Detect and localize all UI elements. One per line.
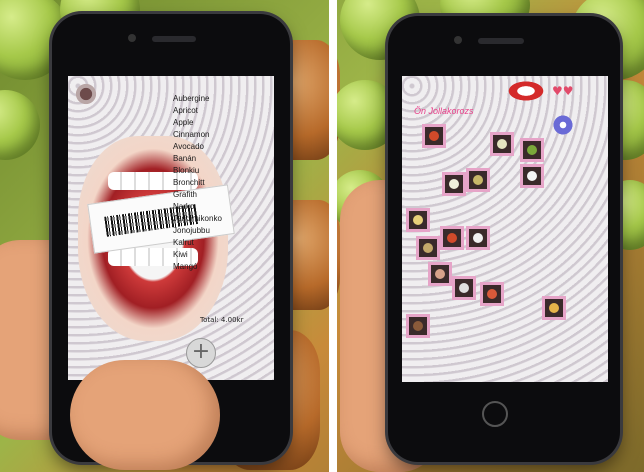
right-screen: Ön Jollakorozs ♥♥: [402, 76, 608, 382]
fruit-tile[interactable]: [520, 164, 544, 188]
list-item[interactable]: Narko: [173, 202, 233, 211]
list-item[interactable]: Apple: [173, 118, 233, 127]
screen-title: Ön Jollakorozs: [414, 106, 474, 116]
list-item[interactable]: Blonkiu: [173, 166, 233, 175]
fruit-tile[interactable]: [416, 236, 440, 260]
left-thumb: [70, 360, 220, 470]
list-item[interactable]: Mangó: [173, 262, 233, 271]
image-divider: [329, 0, 337, 472]
lace-ornament: [72, 80, 100, 108]
list-item[interactable]: Cinnamon: [173, 130, 233, 139]
list-item[interactable]: Avocado: [173, 142, 233, 151]
list-item[interactable]: Bronchitt: [173, 178, 233, 187]
fruit-tile[interactable]: [480, 282, 504, 306]
list-item[interactable]: Grafith: [173, 190, 233, 199]
right-phone: Ön Jollakorozs ♥♥: [388, 16, 620, 462]
flower-icon[interactable]: [552, 114, 574, 136]
fruit-tile[interactable]: [406, 208, 430, 232]
list-item[interactable]: Aubergine: [173, 94, 233, 103]
fruit-tile[interactable]: [422, 124, 446, 148]
total-label: Total: 4.00kr: [200, 316, 244, 324]
fruit-tile[interactable]: [490, 132, 514, 156]
list-item[interactable]: Apricot: [173, 106, 233, 115]
fruit-tile[interactable]: [466, 168, 490, 192]
list-item[interactable]: Banán: [173, 154, 233, 163]
lips-icon[interactable]: [506, 80, 546, 102]
fruit-tile[interactable]: [520, 138, 544, 162]
fruit-tile[interactable]: [440, 226, 464, 250]
fruit-tile[interactable]: [466, 226, 490, 250]
front-camera-icon: [128, 34, 136, 42]
fruit-tile[interactable]: [542, 296, 566, 320]
fruit-tile[interactable]: [452, 276, 476, 300]
list-item[interactable]: Kalrut: [173, 238, 233, 247]
speaker-grille: [478, 38, 524, 44]
list-item[interactable]: Jonojubbu: [173, 226, 233, 235]
list-item[interactable]: Jeridimikonko: [173, 214, 233, 223]
home-button[interactable]: [482, 401, 508, 427]
fruit-tile[interactable]: [442, 172, 466, 196]
add-button[interactable]: +: [186, 338, 216, 368]
hearts-icon: ♥♥: [552, 84, 574, 98]
list-item[interactable]: Kiwi: [173, 250, 233, 259]
speaker-grille: [152, 36, 196, 42]
left-screen: Aubergine Apricot Apple Cinnamon Avocado…: [68, 76, 274, 380]
fruit-tile[interactable]: [406, 314, 430, 338]
fruit-tile[interactable]: [428, 262, 452, 286]
front-camera-icon: [454, 36, 462, 44]
